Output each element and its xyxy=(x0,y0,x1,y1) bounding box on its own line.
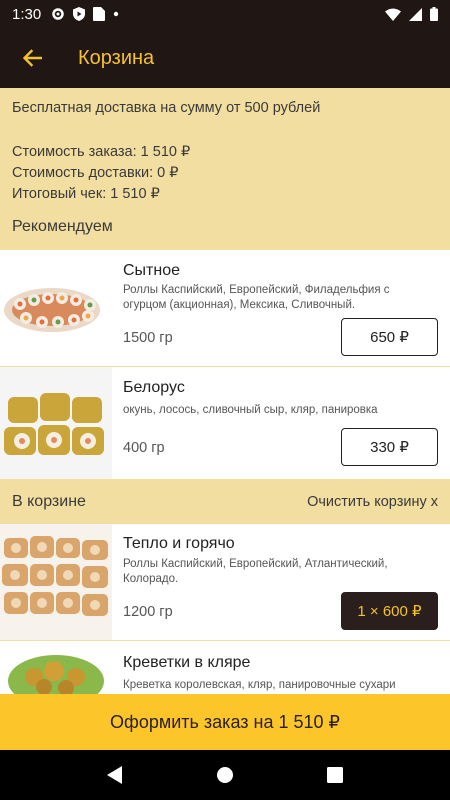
battery-icon xyxy=(430,7,438,21)
status-time: 1:30 xyxy=(12,5,42,23)
status-bar: 1:30 xyxy=(0,0,450,28)
recommend-heading: Рекомендуем xyxy=(12,218,113,235)
checkout-button[interactable]: Оформить заказ на 1 510 ₽ xyxy=(0,694,450,750)
product-image xyxy=(0,367,112,479)
recommend-item[interactable]: Белорус окунь, лосось, сливочный сыр, кл… xyxy=(0,367,450,479)
wifi-icon xyxy=(385,8,401,21)
product-title: Сытное xyxy=(123,262,181,279)
product-image xyxy=(0,524,112,640)
sim-card-icon xyxy=(93,7,106,21)
cart-item[interactable]: Креветки в кляре Креветка королевская, к… xyxy=(0,641,450,694)
product-weight: 400 гр xyxy=(123,440,165,456)
product-description: Роллы Каспийский, Европейский, Атлантиче… xyxy=(123,558,388,585)
product-title: Креветки в кляре xyxy=(123,654,251,671)
product-title: Белорус xyxy=(123,379,185,396)
product-image xyxy=(0,641,112,694)
signal-icon xyxy=(409,7,422,21)
add-to-cart-button[interactable]: 330 ₽ xyxy=(341,428,438,466)
cart-heading: В корзине xyxy=(12,492,86,510)
product-weight: 1200 гр xyxy=(123,604,173,620)
product-description: Креветка королевская, кляр, панировочные… xyxy=(123,679,396,691)
back-button[interactable] xyxy=(0,28,64,88)
cart-quantity-button[interactable]: 1 × 600 ₽ xyxy=(341,592,438,630)
product-image xyxy=(0,250,112,366)
system-nav-bar xyxy=(0,750,450,800)
total-cost: Итоговый чек: 1 510 ₽ xyxy=(12,186,160,202)
app-bar: Корзина xyxy=(0,28,450,88)
nav-recents-icon[interactable] xyxy=(327,767,344,783)
product-description: окунь, лосось, сливочный сыр, кляр, пани… xyxy=(123,404,378,416)
dot-icon xyxy=(114,11,119,17)
nav-back-icon[interactable] xyxy=(106,766,123,784)
product-description: Роллы Каспийский, Европейский, Филадельф… xyxy=(123,284,390,311)
cart-header: В корзине Очистить корзину x xyxy=(0,479,450,524)
product-title: Тепло и горячо xyxy=(123,535,235,552)
free-delivery-note: Бесплатная доставка на сумму от 500 рубл… xyxy=(12,100,321,116)
add-to-cart-button[interactable]: 650 ₽ xyxy=(341,318,438,356)
recommend-item[interactable]: Сытное Роллы Каспийский, Европейский, Фи… xyxy=(0,250,450,366)
gear-icon xyxy=(52,8,64,20)
nav-home-icon[interactable] xyxy=(216,766,234,784)
page-title: Корзина xyxy=(78,46,155,69)
order-summary: Бесплатная доставка на сумму от 500 рубл… xyxy=(0,88,450,250)
order-cost: Стоимость заказа: 1 510 ₽ xyxy=(12,144,191,160)
cart-item[interactable]: Тепло и горячо Роллы Каспийский, Европей… xyxy=(0,524,450,640)
clear-cart-button[interactable]: Очистить корзину x xyxy=(307,494,438,510)
shield-icon xyxy=(73,7,86,21)
product-weight: 1500 гр xyxy=(123,330,173,346)
arrow-back-icon xyxy=(22,49,42,67)
delivery-cost: Стоимость доставки: 0 ₽ xyxy=(12,165,179,181)
